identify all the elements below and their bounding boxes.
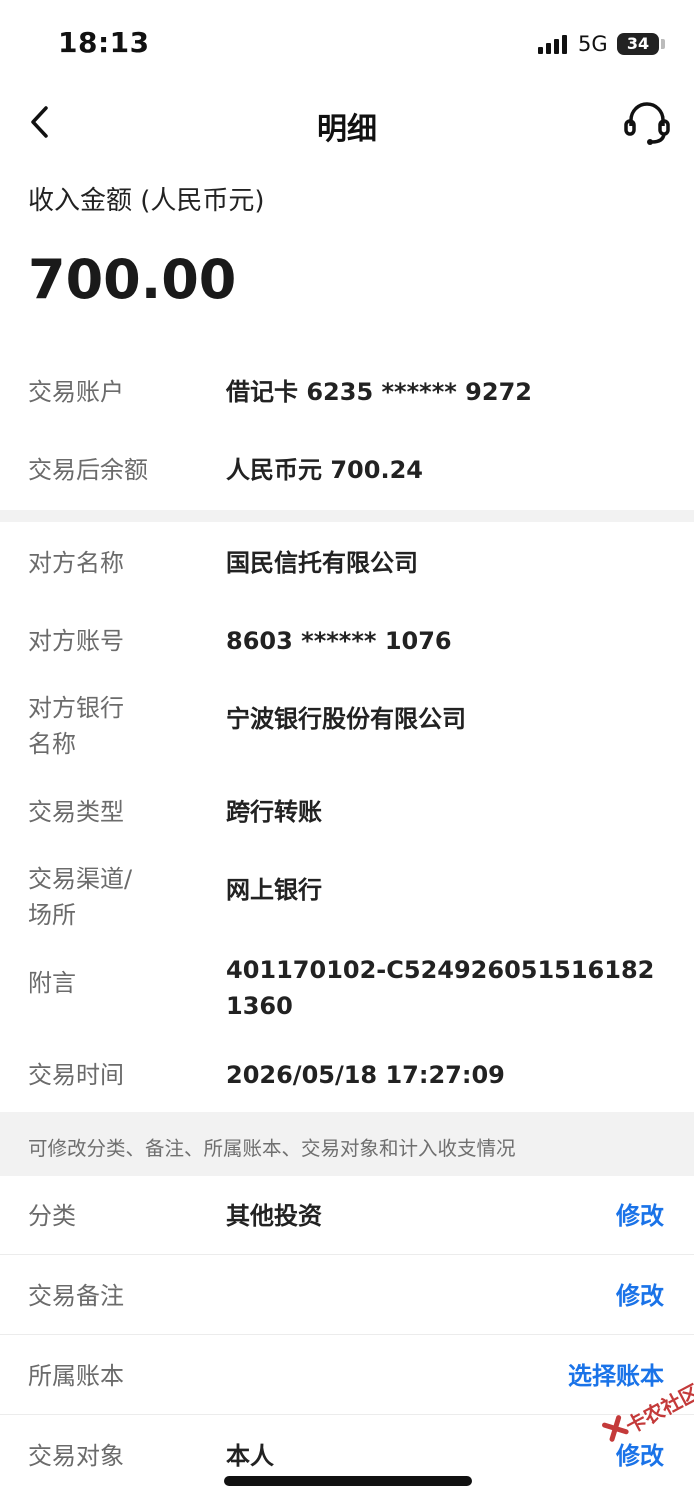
row-separator: [0, 1334, 694, 1335]
home-indicator[interactable]: [224, 1476, 472, 1486]
info-row-channel: 交易渠道/场所 网上银行: [0, 861, 694, 933]
row-value: 网上银行: [226, 876, 322, 904]
edit-category-button[interactable]: 修改: [616, 1198, 664, 1234]
info-row-account: 交易账户 借记卡 6235 ****** 9272: [0, 374, 694, 414]
row-value: 国民信托有限公司: [226, 549, 418, 577]
edit-row-category: 分类 其他投资 修改: [0, 1176, 694, 1256]
info-row-transaction-type: 交易类型 跨行转账: [0, 794, 694, 834]
info-row-counterparty-bank: 对方银行名称 宁波银行股份有限公司: [0, 690, 694, 762]
info-row-counterparty-account: 对方账号 8603 ****** 1076: [0, 623, 694, 663]
edit-hint-band: 可修改分类、备注、所属账本、交易对象和计入收支情况: [0, 1112, 694, 1176]
row-label: 对方账号: [28, 627, 124, 655]
row-label: 交易时间: [28, 1061, 124, 1089]
row-label: 交易备注: [28, 1282, 124, 1310]
row-value: 跨行转账: [226, 798, 322, 826]
edit-note-button[interactable]: 修改: [616, 1278, 664, 1314]
edit-hint-text: 可修改分类、备注、所属账本、交易对象和计入收支情况: [28, 1137, 516, 1160]
row-value: 借记卡 6235 ****** 9272: [226, 378, 532, 406]
row-label: 交易账户: [28, 378, 124, 406]
row-value: 宁波银行股份有限公司: [226, 705, 466, 733]
row-label: 所属账本: [28, 1362, 124, 1390]
network-label: 5G: [578, 32, 608, 56]
row-label: 交易渠道/场所: [28, 865, 133, 929]
row-value: 人民币元 700.24: [226, 456, 423, 484]
row-label: 分类: [28, 1202, 76, 1230]
status-bar: 18:13 5G 34: [0, 0, 694, 88]
edit-row-ledger: 所属账本 选择账本: [0, 1336, 694, 1416]
row-label: 交易类型: [28, 798, 124, 826]
headset-icon[interactable]: [622, 98, 672, 148]
row-value: 本人: [226, 1442, 274, 1470]
info-row-remark: 附言 401170102-C5249260515161821360: [0, 952, 694, 1024]
nav-bar: 明细: [0, 88, 694, 158]
row-separator: [0, 1254, 694, 1255]
row-value: 2026/05/18 17:27:09: [226, 1061, 505, 1089]
row-label: 对方银行名称: [28, 694, 124, 758]
edit-row-note: 交易备注 修改: [0, 1256, 694, 1336]
row-label: 交易对象: [28, 1442, 124, 1470]
page-title: 明细: [317, 112, 377, 147]
row-label: 交易后余额: [28, 456, 148, 484]
row-separator: [0, 1414, 694, 1415]
amount-value: 700.00: [28, 248, 237, 311]
section-divider: [0, 510, 694, 522]
row-value: 其他投资: [226, 1202, 322, 1230]
info-row-balance: 交易后余额 人民币元 700.24: [0, 452, 694, 492]
battery-icon: 34: [617, 33, 659, 55]
row-label: 附言: [28, 969, 76, 997]
row-value: 401170102-C5249260515161821360: [226, 956, 655, 1020]
status-time: 18:13: [58, 26, 150, 59]
row-label: 对方名称: [28, 549, 124, 577]
info-row-time: 交易时间 2026/05/18 17:27:09: [0, 1057, 694, 1097]
amount-label: 收入金额 (人民币元): [28, 186, 265, 216]
signal-icon: [538, 35, 567, 54]
info-row-counterparty-name: 对方名称 国民信托有限公司: [0, 545, 694, 585]
battery-cap: [661, 39, 665, 49]
row-value: 8603 ****** 1076: [226, 627, 452, 655]
